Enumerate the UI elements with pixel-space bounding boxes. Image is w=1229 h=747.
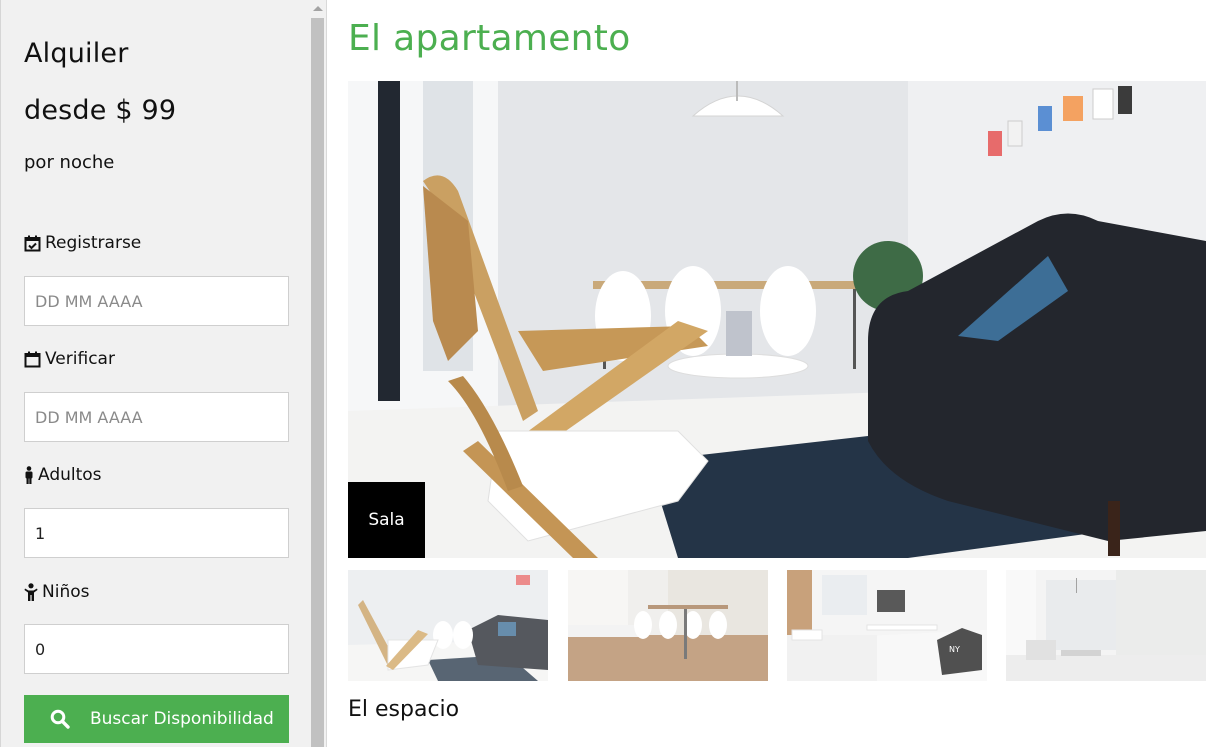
thumbnail-bright-room[interactable]	[1006, 570, 1206, 681]
scrollbar-thumb[interactable]	[311, 18, 324, 747]
thumbnail-living-room-image	[348, 570, 548, 681]
sidebar-scrollbar[interactable]	[309, 0, 326, 747]
hero-caption: Sala	[348, 482, 425, 558]
booking-sidebar: Alquiler desde $ 99 por noche Registrars…	[0, 0, 309, 747]
thumbnail-bright-room-image	[1006, 570, 1206, 681]
checkin-label: Registrarse	[45, 233, 142, 253]
adults-input[interactable]	[24, 508, 289, 558]
living-room-photo	[348, 81, 1206, 558]
thumbnail-pillow-print: NY	[949, 645, 960, 654]
checkin-date-input[interactable]	[24, 276, 289, 326]
thumbnail-dining-room-image	[568, 570, 768, 681]
search-availability-button[interactable]: Buscar Disponibilidad	[24, 695, 289, 743]
checkout-label: Verificar	[45, 349, 115, 369]
children-label: Niños	[42, 582, 90, 602]
children-label-row: Niños	[24, 582, 89, 602]
thumbnail-bedroom[interactable]: NY	[787, 570, 987, 681]
thumbnail-dining-room[interactable]	[568, 570, 768, 681]
search-icon	[30, 709, 90, 729]
divider	[326, 0, 327, 747]
hero-image-slideshow[interactable]: Sala	[348, 81, 1206, 558]
adults-label-row: Adultos	[24, 465, 102, 485]
checkout-date-input[interactable]	[24, 392, 289, 442]
scroll-up-arrow-icon[interactable]	[313, 6, 323, 11]
child-icon	[24, 583, 38, 601]
checkin-label-row: Registrarse	[24, 233, 141, 253]
adults-label: Adultos	[38, 465, 102, 485]
thumbnail-living-room[interactable]	[348, 570, 548, 681]
male-person-icon	[24, 466, 34, 484]
calendar-check-icon	[24, 235, 41, 252]
section-heading-space: El espacio	[348, 697, 460, 722]
calendar-icon	[24, 351, 41, 368]
price-text: desde $ 99	[24, 95, 177, 126]
page-title: El apartamento	[348, 18, 631, 59]
search-button-label: Buscar Disponibilidad	[90, 709, 274, 729]
children-input[interactable]	[24, 624, 289, 674]
per-night-text: por noche	[24, 152, 115, 173]
thumbnail-bedroom-image: NY	[787, 570, 987, 681]
rental-heading: Alquiler	[24, 38, 129, 69]
checkout-label-row: Verificar	[24, 349, 115, 369]
